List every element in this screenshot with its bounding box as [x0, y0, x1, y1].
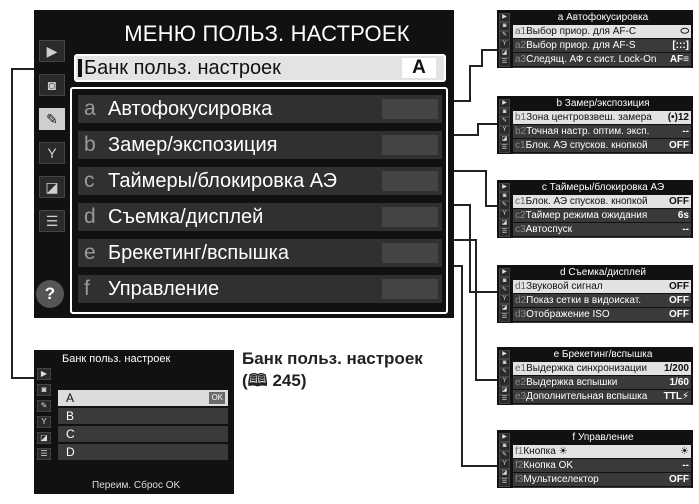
connector-a	[454, 49, 497, 102]
connector-c	[454, 170, 497, 207]
connector-bank	[11, 68, 34, 379]
connector-e	[454, 239, 497, 381]
connector-lines	[11, 49, 497, 467]
connector-b	[454, 123, 497, 136]
